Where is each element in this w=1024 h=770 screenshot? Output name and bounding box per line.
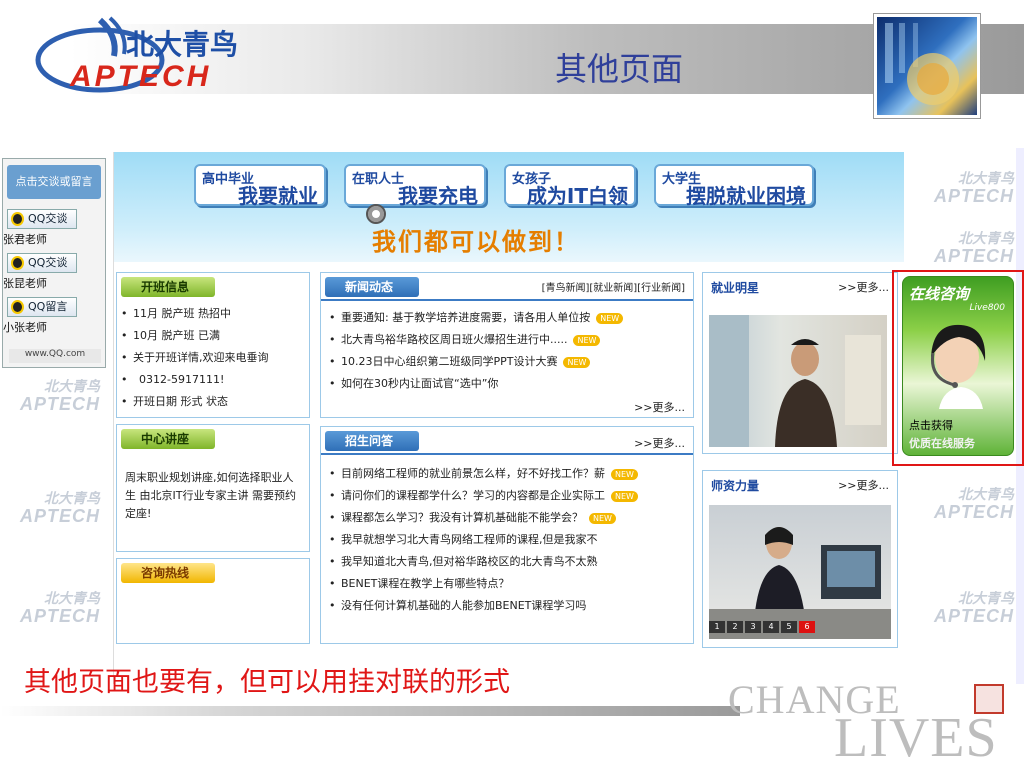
watermark-logo: 北大青鸟 APTECH bbox=[934, 230, 1015, 266]
new-badge: NEW bbox=[611, 490, 638, 502]
logo-en-text: APTECH bbox=[69, 60, 211, 93]
bottom-rule bbox=[0, 706, 740, 716]
changes-lives-graphic: CHANGE LIVES bbox=[728, 676, 1024, 769]
online-consult-highlight: 在线咨询 Live800 点击获得 优质在线服务 bbox=[892, 270, 1024, 466]
teacher-name: 张君老师 bbox=[3, 233, 47, 246]
star-more-link[interactable]: >>更多... bbox=[838, 279, 889, 295]
news-item[interactable]: 重要通知: 基于教学培养进度需要，请各用人单位按NEW bbox=[325, 307, 685, 329]
list-item[interactable]: 11月 脱产班 热招中 bbox=[117, 303, 309, 325]
page-button[interactable]: 1 bbox=[709, 621, 725, 633]
watermark-logo: 北大青鸟 APTECH bbox=[934, 486, 1015, 522]
qq-footer-link[interactable]: www.QQ.com bbox=[9, 349, 101, 363]
photo-pager: 1 2 3 4 5 6 bbox=[709, 621, 817, 633]
lecture-panel: 中心讲座 周末职业规划讲座,如何选择职业人生 由北京IT行业专家主讲 需要预约定… bbox=[116, 424, 310, 552]
banner-cloud[interactable]: 女孩子 成为IT白领 bbox=[504, 164, 636, 208]
hotline-tab[interactable]: 咨询热线 bbox=[121, 563, 216, 583]
class-info-panel: 开班信息 11月 脱产班 热招中 10月 脱产班 已满 关于开班详情,欢迎来电垂… bbox=[116, 272, 310, 418]
watermark-logo: 北大青鸟 APTECH bbox=[20, 590, 101, 626]
news-item[interactable]: 10.23日中心组织第二班级同学PPT设计大赛NEW bbox=[325, 351, 685, 373]
qq-contact-panel: 点击交谈或留言 QQ交谈 张君老师 QQ交谈 张昆老师 QQ留言 小张老师 ww… bbox=[2, 158, 106, 368]
list-item: 0312-5917111! bbox=[117, 369, 309, 391]
teachers-title: 师资力量 bbox=[711, 479, 760, 493]
consult-line2[interactable]: 优质在线服务 bbox=[909, 435, 975, 451]
site-page: 高中毕业 我要就业 在职人士 我要充电 女孩子 成为IT白领 大学生 摆脱就业困境 我们… bbox=[113, 152, 904, 684]
news-category-links[interactable]: [青鸟新闻][就业新闻][行业新闻] bbox=[542, 279, 685, 294]
faq-item[interactable]: 我早就想学习北大青鸟网络工程师的课程,但是我家不 bbox=[325, 529, 687, 551]
decorative-photo bbox=[874, 14, 980, 118]
banner-cloud[interactable]: 大学生 摆脱就业困境 bbox=[654, 164, 814, 208]
faq-item[interactable]: 请问你们的课程都学什么？学习的内容都是企业实际工NEW bbox=[325, 485, 687, 507]
watermark-logo: 北大青鸟 APTECH bbox=[934, 170, 1015, 206]
deco-word-lives: LIVES bbox=[834, 707, 998, 769]
teacher-name: 小张老师 bbox=[3, 321, 47, 334]
faq-item[interactable]: 课程都怎么学习？我没有计算机基础能不能学会？NEW bbox=[325, 507, 687, 529]
new-badge: NEW bbox=[563, 356, 591, 368]
page-button-active[interactable]: 6 bbox=[799, 621, 815, 633]
news-item[interactable]: 北大青鸟裕华路校区周日班火爆招生进行中.....NEW bbox=[325, 329, 685, 351]
qq-message-button[interactable]: QQ留言 bbox=[7, 297, 77, 317]
new-badge: NEW bbox=[573, 334, 601, 346]
page-title: 其他页面 bbox=[555, 50, 684, 88]
student-photo[interactable] bbox=[709, 315, 887, 447]
consult-brand: Live800 bbox=[969, 303, 1005, 313]
qq-chat-button[interactable]: QQ交谈 bbox=[7, 209, 77, 229]
teachers-more-link[interactable]: >>更多... bbox=[838, 477, 889, 493]
sound-toggle-icon[interactable] bbox=[366, 204, 386, 224]
employment-star-title: 就业明星 bbox=[711, 281, 760, 295]
teacher-name: 张昆老师 bbox=[3, 277, 47, 290]
qq-penguin-icon bbox=[11, 300, 24, 314]
lecture-text: 周末职业规划讲座,如何选择职业人生 由北京IT行业专家主讲 需要预约定座! bbox=[125, 471, 296, 520]
qq-chat-button[interactable]: QQ交谈 bbox=[7, 253, 77, 273]
watermark-logo: 北大青鸟 APTECH bbox=[20, 490, 101, 526]
teacher-photo[interactable] bbox=[709, 505, 891, 639]
page-button[interactable]: 3 bbox=[745, 621, 761, 633]
teachers-panel: 师资力量 >>更多... 1 2 3 4 5 6 bbox=[702, 470, 898, 648]
news-panel: 新闻动态 [青鸟新闻][就业新闻][行业新闻] 重要通知: 基于教学培养进度需要… bbox=[320, 272, 694, 418]
headset-agent-icon bbox=[930, 324, 986, 409]
watermark-logo: 北大青鸟 APTECH bbox=[934, 590, 1015, 626]
slide-caption: 其他页面也要有，但可以用挂对联的形式 bbox=[24, 667, 510, 698]
banner-slogan: 我们都可以做到！ bbox=[372, 228, 580, 256]
employment-star-panel: 就业明星 >>更多... bbox=[702, 272, 898, 454]
lecture-tab[interactable]: 中心讲座 bbox=[121, 429, 216, 449]
faq-item[interactable]: 目前网络工程师的就业前景怎么样，好不好找工作？薪NEW bbox=[325, 463, 687, 485]
faq-more-link[interactable]: >>更多... bbox=[634, 435, 685, 451]
list-item[interactable]: 开班日期 形式 状态 bbox=[117, 391, 309, 413]
online-consult-widget[interactable]: 在线咨询 Live800 点击获得 优质在线服务 bbox=[902, 276, 1014, 456]
new-badge: NEW bbox=[596, 312, 624, 324]
watermark-logo: 北大青鸟 APTECH bbox=[20, 378, 101, 414]
qq-chat-or-message-button[interactable]: 点击交谈或留言 bbox=[7, 165, 101, 199]
faq-item[interactable]: BENET课程在教学上有哪些特点？ bbox=[325, 573, 687, 595]
faq-tab[interactable]: 招生问答 bbox=[325, 431, 420, 451]
news-tab[interactable]: 新闻动态 bbox=[325, 277, 420, 297]
list-item[interactable]: 关于开班详情,欢迎来电垂询 bbox=[117, 347, 309, 369]
faq-panel: 招生问答 >>更多... 目前网络工程师的就业前景怎么样，好不好找工作？薪NEW… bbox=[320, 426, 694, 644]
seal-stamp-icon bbox=[974, 684, 1004, 714]
hotline-panel: 咨询热线 bbox=[116, 558, 310, 644]
website-screenshot: 北大青鸟 APTECH 北大青鸟 APTECH 北大青鸟 APTECH 北大青鸟 APT… bbox=[0, 148, 1024, 684]
logo-cn-text: 北大青鸟 bbox=[126, 28, 238, 61]
list-item[interactable]: 10月 脱产班 已满 bbox=[117, 325, 309, 347]
faq-item[interactable]: 没有任何计算机基础的人能参加BENET课程学习吗 bbox=[325, 595, 687, 617]
aptech-logo: 北大青鸟 APTECH bbox=[30, 10, 290, 100]
page-button[interactable]: 4 bbox=[763, 621, 779, 633]
banner-cloud[interactable]: 在职人士 我要充电 bbox=[344, 164, 486, 208]
news-more-link[interactable]: >>更多... bbox=[634, 399, 685, 415]
site-banner: 高中毕业 我要就业 在职人士 我要充电 女孩子 成为IT白领 大学生 摆脱就业困境 我们… bbox=[114, 152, 904, 262]
page-button[interactable]: 5 bbox=[781, 621, 797, 633]
consult-line1: 点击获得 bbox=[909, 419, 953, 432]
page-button[interactable]: 2 bbox=[727, 621, 743, 633]
qq-penguin-icon bbox=[11, 256, 24, 270]
consult-heading: 在线咨询 bbox=[909, 285, 970, 303]
news-item[interactable]: 如何在30秒内让面试官“选中”你 bbox=[325, 373, 685, 395]
class-info-tab[interactable]: 开班信息 bbox=[121, 277, 216, 297]
new-badge: NEW bbox=[589, 512, 616, 524]
faq-item[interactable]: 我早知道北大青鸟,但对裕华路校区的北大青鸟不太熟 bbox=[325, 551, 687, 573]
qq-penguin-icon bbox=[11, 212, 24, 226]
banner-cloud[interactable]: 高中毕业 我要就业 bbox=[194, 164, 326, 208]
new-badge: NEW bbox=[611, 468, 638, 480]
